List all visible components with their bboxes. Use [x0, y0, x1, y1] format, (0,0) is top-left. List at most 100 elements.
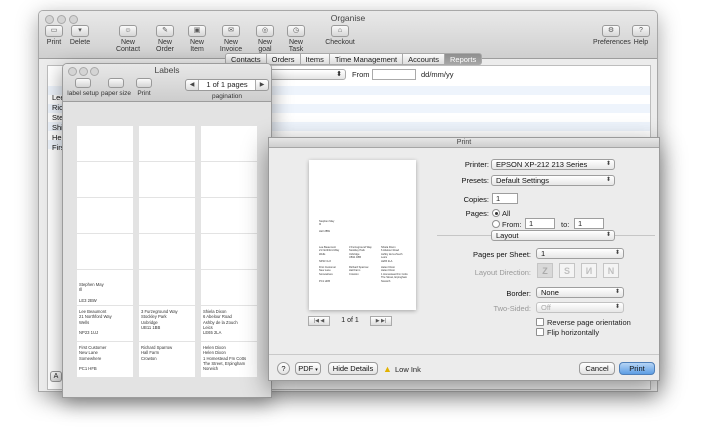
printer-select[interactable]: EPSON XP-212 213 Series ⬍ — [491, 159, 615, 170]
new-order-toolbar-button[interactable]: ✎ New Order — [149, 25, 181, 57]
label-cell — [77, 198, 133, 233]
next-page-button[interactable]: ▶ — [256, 80, 268, 90]
pages-label: Pages: — [465, 209, 489, 218]
chevron-updown-icon: ⬍ — [614, 304, 620, 310]
box-icon: ▣ — [188, 25, 206, 37]
pages-from-input[interactable]: 1 — [525, 218, 555, 229]
layout-n-reverse-icon[interactable]: И — [581, 263, 597, 278]
report-filter-select[interactable]: ⬍ — [268, 69, 346, 80]
tab-items[interactable]: Items — [300, 53, 330, 65]
printer-icon: ▭ — [45, 25, 63, 37]
copies-label: Copies: — [463, 195, 489, 204]
toolbar-label: Delete — [69, 39, 91, 46]
contact-icon: ☺ — [119, 25, 137, 37]
border-select[interactable]: None ⬍ — [536, 287, 624, 298]
from-label: From — [352, 70, 370, 79]
pages-all-label: All — [502, 209, 511, 218]
tab-time-management[interactable]: Time Management — [329, 53, 404, 65]
toolbar-label: New Invoice — [219, 39, 243, 53]
from-date-input[interactable] — [372, 69, 416, 80]
labels-print-button[interactable]: Print — [133, 78, 155, 97]
pages-range-radio[interactable] — [492, 220, 500, 228]
presets-select[interactable]: Default Settings ⬍ — [491, 175, 615, 186]
label-cell — [139, 162, 195, 197]
two-sided-select[interactable]: Off ⬍ — [536, 302, 624, 313]
preview-label-text: Shiela Dixon 6 Abelour Road Ashby de la … — [381, 246, 403, 263]
print-dialog-footer: ? PDF ▾ Hide Details ▲ Low Ink Cancel Pr… — [269, 354, 659, 380]
layout-s-icon[interactable]: S — [559, 263, 575, 278]
add-button[interactable]: A — [50, 371, 62, 382]
label-cell — [201, 234, 257, 269]
toolbar-label: Checkout — [325, 39, 355, 46]
layout-n-icon[interactable]: N — [603, 263, 619, 278]
warning-icon: ▲ — [383, 364, 392, 374]
label-address: Lee Beaumont 21 Northford Way Wells NP23… — [79, 309, 112, 336]
labels-sheet: Stephen May Ill LE3 2BW Lee Beaumont 21 N… — [63, 102, 271, 397]
next-last-page-button[interactable]: ▶ ▶| — [370, 315, 392, 326]
reverse-orientation-checkbox[interactable] — [536, 318, 544, 326]
envelope-icon: ✉ — [222, 25, 240, 37]
pagination-control: ◀ 1 of 1 pages ▶ — [185, 79, 269, 91]
label-cell — [201, 162, 257, 197]
pages-from-label: From: — [502, 220, 522, 229]
preview-label-text: 3 Furzeground Way Stockley Park Uxbridge… — [349, 246, 372, 260]
pdf-menu-button[interactable]: PDF ▾ — [295, 362, 321, 375]
copies-input[interactable]: 1 — [492, 193, 518, 204]
pages-to-label: to: — [561, 220, 570, 229]
pages-per-sheet-value: 1 — [541, 249, 546, 258]
label-setup-icon — [75, 78, 91, 88]
help-toolbar-button[interactable]: ? Help — [631, 25, 651, 57]
chevron-updown-icon: ⬍ — [336, 71, 342, 78]
label-address: Shiela Dixon 6 Abelour Road Ashby de la … — [203, 309, 238, 336]
two-sided-value: Off — [541, 303, 551, 312]
label-cell — [201, 270, 257, 305]
tab-reports[interactable]: Reports — [444, 53, 483, 65]
new-item-toolbar-button[interactable]: ▣ New Item — [183, 25, 211, 57]
new-contact-toolbar-button[interactable]: ☺ New Contact — [109, 25, 147, 57]
toolbar-label: Help — [633, 39, 649, 46]
pages-all-radio[interactable] — [492, 209, 500, 217]
label-address: Helen Dixon Helen Dixon 1 Homestead Fm C… — [203, 345, 247, 372]
gear-icon: ⚙ — [602, 25, 620, 37]
clock-icon: ◷ — [287, 25, 305, 37]
order-icon: ✎ — [156, 25, 174, 37]
tab-accounts[interactable]: Accounts — [403, 53, 445, 65]
first-prev-page-button[interactable]: |◀ ◀ — [308, 315, 330, 326]
border-label: Border: — [506, 289, 531, 298]
pages-per-sheet-label: Pages per Sheet: — [473, 250, 531, 259]
preferences-toolbar-button[interactable]: ⚙ Preferences — [593, 25, 631, 57]
pages-to-input[interactable]: 1 — [574, 218, 604, 229]
section-value: Layout — [496, 231, 519, 240]
layout-direction-label: Layout Direction: — [474, 268, 531, 277]
tab-orders[interactable]: Orders — [266, 53, 301, 65]
pages-per-sheet-select[interactable]: 1 ⬍ — [536, 248, 624, 259]
label-cell: Stephen May Ill LE3 2BW — [77, 270, 133, 305]
label-cell: 3 Furzeground Way Stockley Park Uxbridge… — [139, 306, 195, 341]
toolbar-label: New Contact — [115, 39, 141, 53]
label-cell: Shiela Dixon 6 Abelour Road Ashby de la … — [201, 306, 257, 341]
hide-details-button[interactable]: Hide Details — [328, 362, 378, 375]
delete-toolbar-button[interactable]: ▾ Delete — [67, 25, 93, 57]
print-section-select[interactable]: Layout ⬍ — [491, 230, 615, 241]
tool-label: Print — [137, 90, 151, 97]
page-icon — [108, 78, 124, 88]
flip-horizontally-checkbox[interactable] — [536, 328, 544, 336]
layout-z-icon[interactable]: Z — [537, 263, 553, 278]
print-toolbar-button[interactable]: ▭ Print — [43, 25, 65, 57]
print-dialog: Print Stephen May Ill LE3 2BW Lee Beaumon… — [268, 137, 660, 381]
label-address: Richard Sparrow Hall Farm Crowton — [141, 345, 173, 361]
target-icon: ◎ — [256, 25, 274, 37]
border-value: None — [541, 288, 559, 297]
tool-label: paper size — [101, 90, 131, 97]
flip-horizontally-label: Flip horizontally — [547, 328, 600, 337]
help-button[interactable]: ? — [277, 362, 290, 375]
label-cell — [77, 126, 133, 161]
label-setup-button[interactable]: label setup — [67, 78, 99, 97]
print-button[interactable]: Print — [619, 362, 655, 375]
paper-size-button[interactable]: paper size — [101, 78, 131, 97]
cancel-button[interactable]: Cancel — [579, 362, 615, 375]
label-cell — [77, 234, 133, 269]
label-cell — [201, 198, 257, 233]
pdf-label: PDF — [298, 364, 314, 373]
prev-page-button[interactable]: ◀ — [186, 80, 198, 90]
